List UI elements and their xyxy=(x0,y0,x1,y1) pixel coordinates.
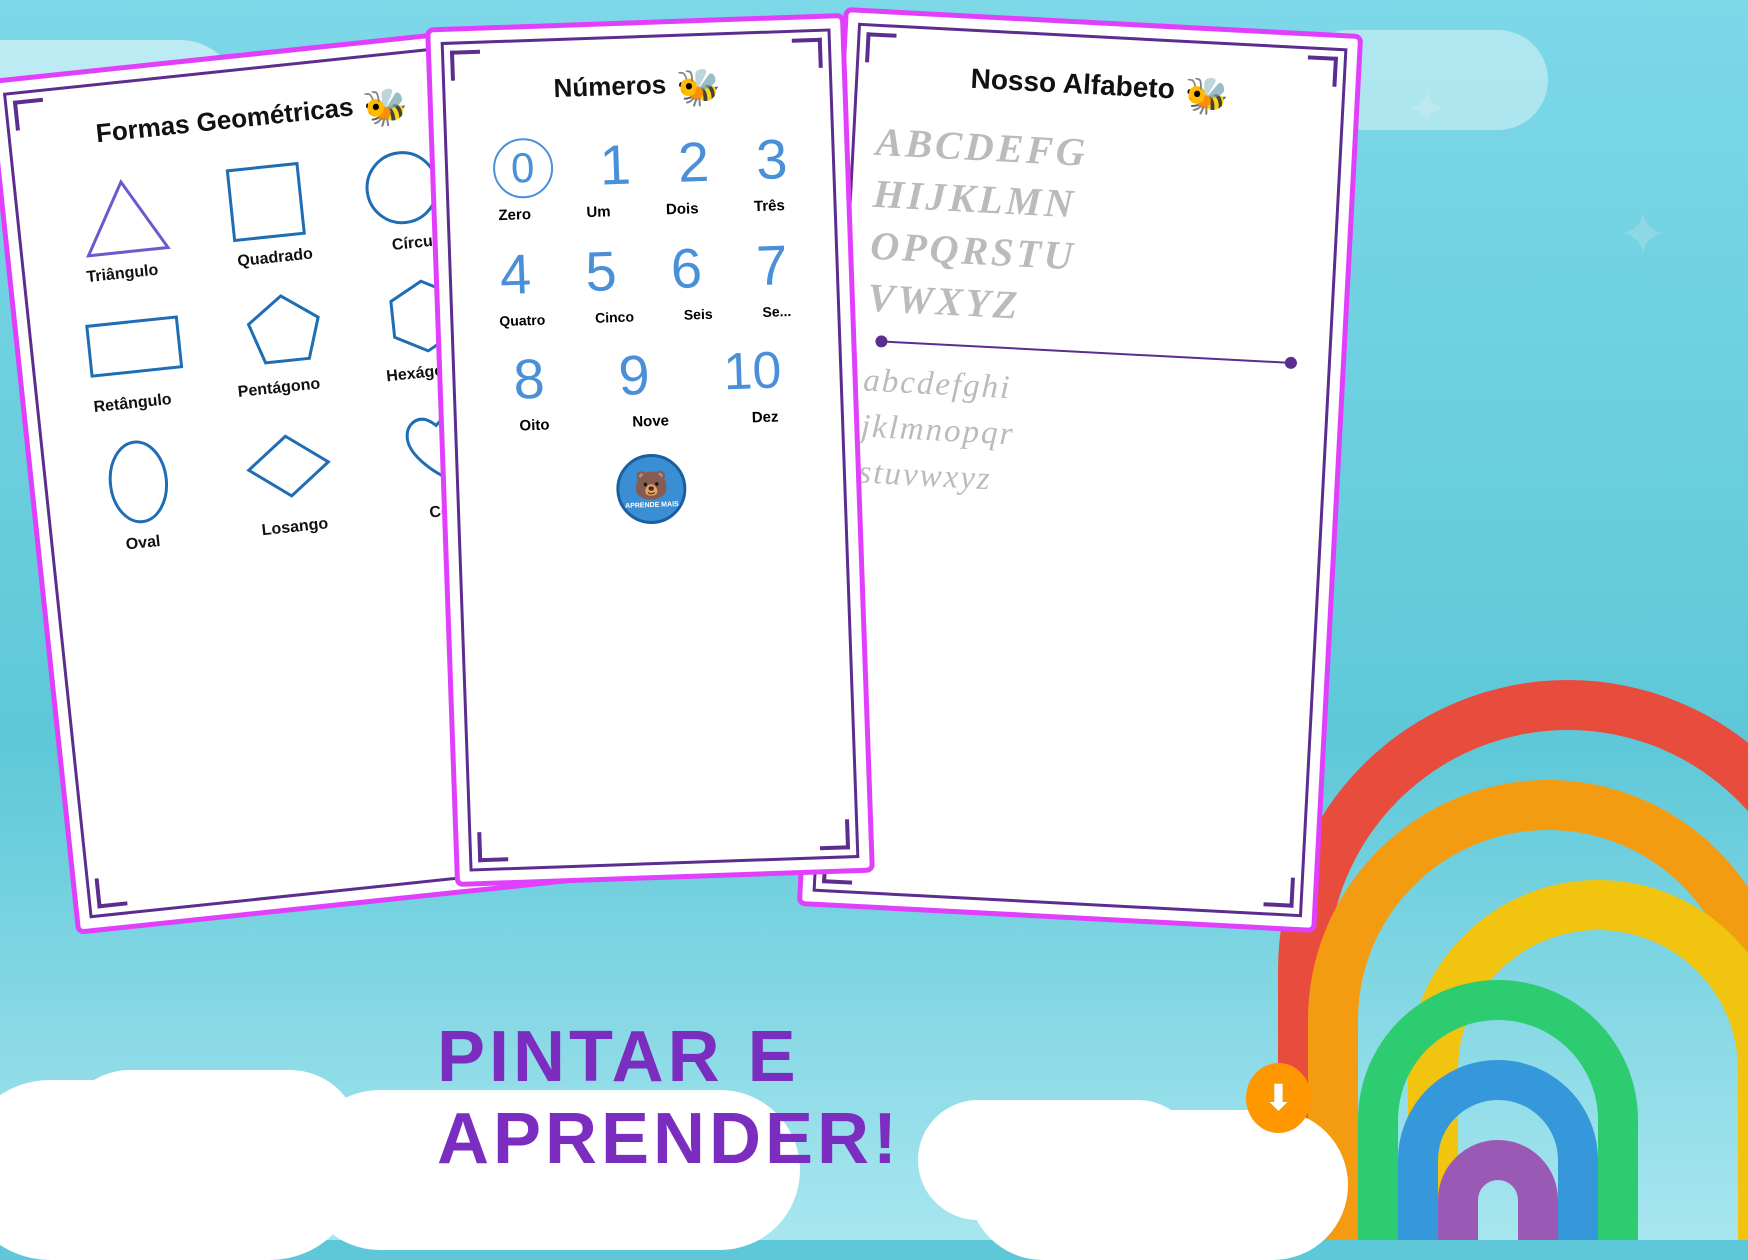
download-button[interactable]: ⬇ xyxy=(1246,1063,1311,1133)
corner2-tl xyxy=(450,50,481,81)
download-icon: ⬇ xyxy=(1263,1077,1293,1119)
cta-title: PINTAR E APRENDER! xyxy=(437,1016,1226,1180)
card-numeros-inner xyxy=(441,28,860,871)
corner2-br xyxy=(819,819,850,850)
card-alfabeto: Nosso Alfabeto 🐝 ABCDEFG HIJKLMN OPQRSTU… xyxy=(797,7,1363,933)
corner2-bl xyxy=(477,831,508,862)
corner3-br xyxy=(1263,876,1295,908)
corner2-tr xyxy=(792,38,823,69)
star-decoration-2: ✦ xyxy=(1618,200,1668,270)
card-numeros: Números 🐝 0 1 2 3 Zero Um Dois Três 4 5 … xyxy=(425,13,875,887)
corner3-tr xyxy=(1306,55,1338,87)
corner-bl xyxy=(95,875,128,908)
corner3-tl xyxy=(865,32,897,64)
corner-tl xyxy=(13,98,46,131)
card-alfabeto-inner xyxy=(813,23,1348,917)
bottom-cta: PINTAR E APRENDER! ⬇ xyxy=(437,1016,1311,1180)
